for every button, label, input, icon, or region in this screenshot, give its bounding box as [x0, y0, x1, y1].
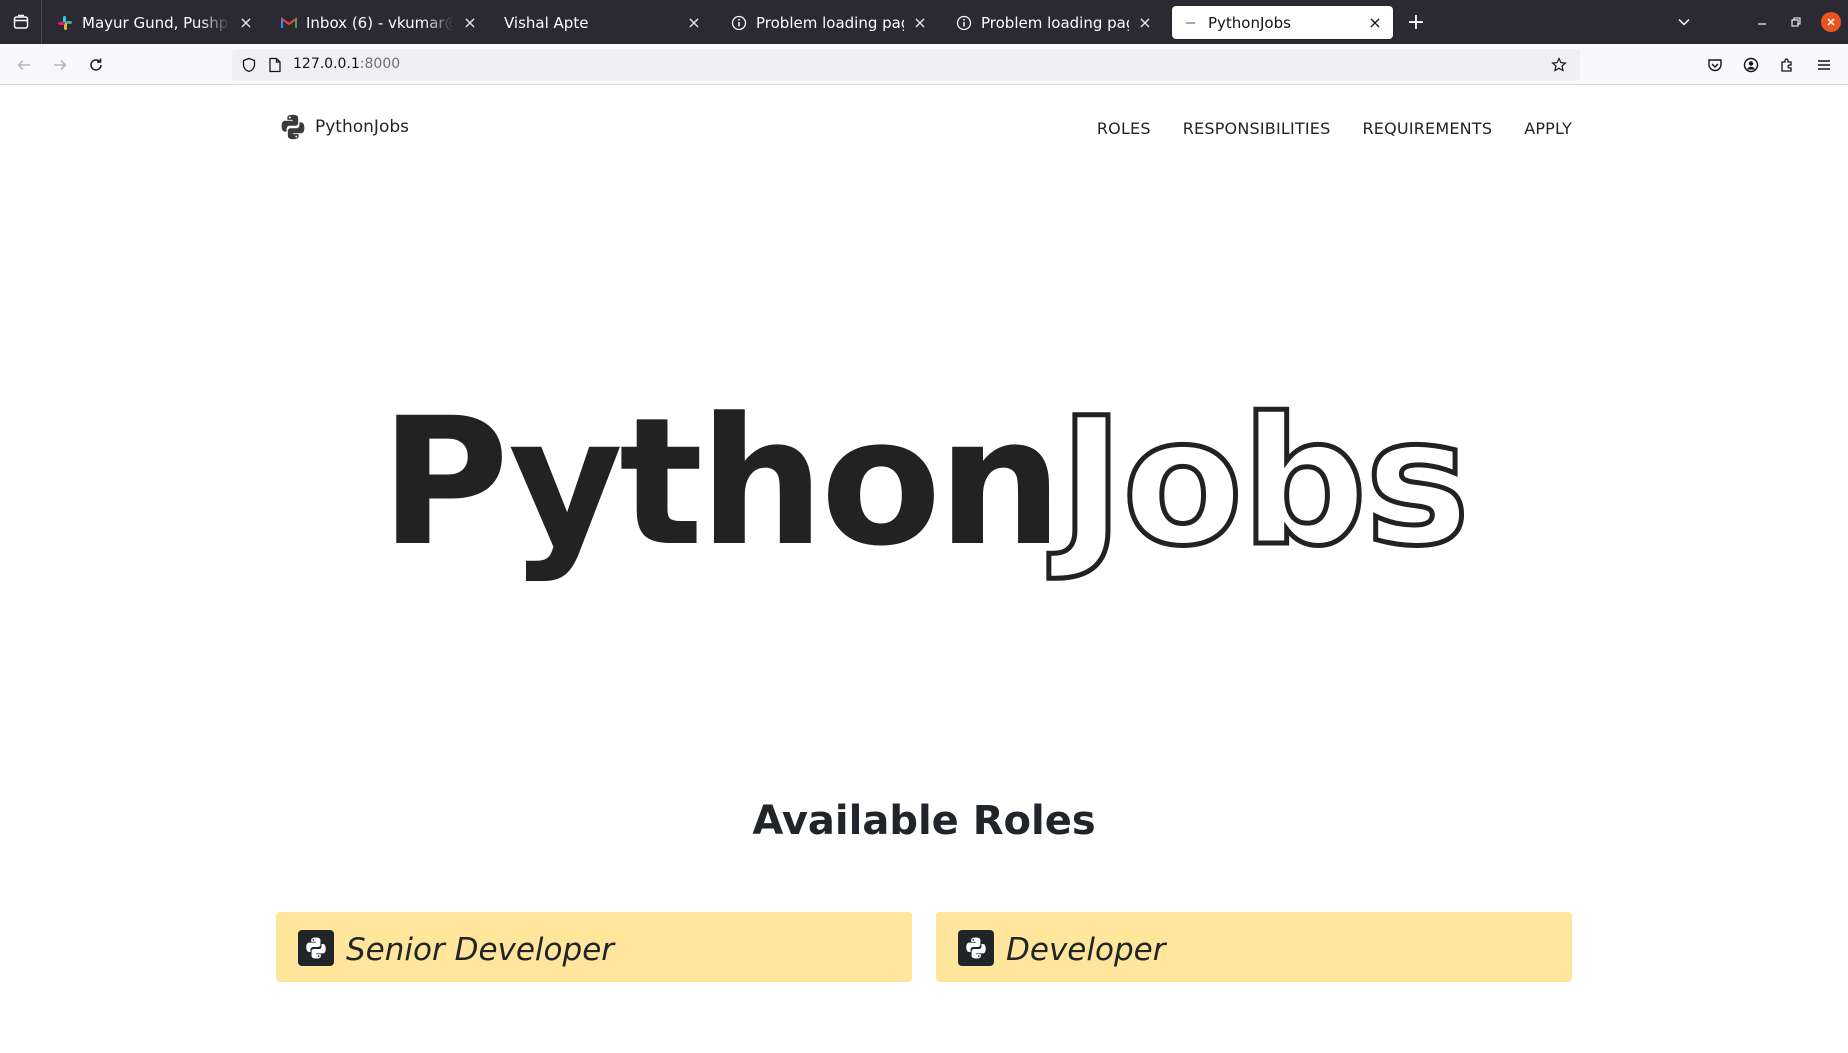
hero-title: PythonJobs [0, 392, 1848, 573]
back-button[interactable] [11, 52, 37, 78]
nav-requirements[interactable]: REQUIREMENTS [1362, 119, 1492, 138]
role-card-senior-developer[interactable]: Senior Developer [276, 912, 912, 982]
python-logo-icon [281, 114, 305, 140]
url-text: 127.0.0.1:8000 [293, 56, 400, 72]
available-roles-heading: Available Roles [752, 798, 1096, 844]
close-tab-icon[interactable]: × [686, 13, 702, 32]
python-logo-icon [958, 930, 994, 966]
hamburger-menu-icon [1818, 60, 1830, 70]
url-port: :8000 [359, 56, 401, 72]
tab-label: Problem loading page [756, 13, 904, 32]
role-card-developer[interactable]: Developer [936, 912, 1572, 982]
forward-button[interactable] [47, 52, 73, 78]
pocket-icon [1708, 59, 1722, 72]
role-title: Senior Developer [346, 932, 615, 968]
minimize-icon [1758, 23, 1766, 25]
close-window-button[interactable] [1821, 12, 1841, 32]
page-content: PythonJobs ROLES RESPONSIBILITIES REQUIR… [0, 85, 1848, 1053]
arrow-right-icon [54, 59, 67, 71]
bookmark-star-icon[interactable] [1549, 55, 1569, 75]
account-button[interactable] [1740, 54, 1762, 76]
brand-link[interactable]: PythonJobs [279, 113, 409, 141]
tab-vishal-apte[interactable]: Vishal Apte × [494, 6, 712, 39]
restore-icon [1791, 17, 1801, 27]
url-bar[interactable]: 127.0.0.1:8000 [232, 49, 1580, 81]
page-icon[interactable] [265, 55, 285, 75]
tab-label: Problem loading page [981, 13, 1129, 32]
chevron-down-icon [1678, 18, 1690, 26]
new-tab-button[interactable]: + [1404, 10, 1428, 35]
close-tab-icon[interactable]: × [1137, 13, 1153, 32]
navigation-toolbar: 127.0.0.1:8000 [0, 44, 1848, 85]
firefox-view-button[interactable] [0, 0, 42, 44]
arrow-left-icon [17, 59, 30, 71]
nav-apply[interactable]: APPLY [1524, 119, 1572, 138]
close-tab-icon[interactable]: × [912, 13, 928, 32]
close-tab-icon[interactable]: × [238, 13, 254, 32]
tab-label: Inbox (6) - vkumar@enine [306, 13, 454, 32]
site-header: PythonJobs ROLES RESPONSIBILITIES REQUIR… [276, 109, 1572, 153]
minimize-button[interactable] [1750, 10, 1774, 34]
main-nav: ROLES RESPONSIBILITIES REQUIREMENTS APPL… [1097, 119, 1572, 138]
tab-problem-loading-1[interactable]: Problem loading page × [720, 6, 938, 39]
shield-icon[interactable] [239, 55, 259, 75]
extensions-button[interactable] [1776, 54, 1798, 76]
hero-title-solid: Python [380, 380, 1063, 585]
tab-label: Mayur Gund, Pushpendra [82, 13, 230, 32]
close-icon [1827, 18, 1835, 26]
nav-roles[interactable]: ROLES [1097, 119, 1151, 138]
close-tab-icon[interactable]: × [462, 13, 478, 32]
tab-problem-loading-2[interactable]: Problem loading page × [945, 6, 1163, 39]
reload-icon [90, 58, 102, 71]
nav-responsibilities[interactable]: RESPONSIBILITIES [1183, 119, 1331, 138]
dash-icon [1182, 14, 1200, 32]
menu-button[interactable] [1813, 54, 1835, 76]
url-host: 127.0.0.1 [293, 56, 360, 72]
pocket-button[interactable] [1704, 54, 1726, 76]
tab-bar: Mayur Gund, Pushpendra × Inbox (6) - vku… [0, 0, 1848, 44]
info-icon [955, 14, 973, 32]
tab-pythonjobs[interactable]: PythonJobs × [1172, 6, 1393, 39]
close-tab-icon[interactable]: × [1367, 13, 1383, 32]
restore-button[interactable] [1784, 10, 1808, 34]
firefox-view-icon [13, 14, 28, 29]
tab-gmail[interactable]: Inbox (6) - vkumar@enine × [270, 6, 488, 39]
account-icon [1743, 57, 1759, 73]
slack-icon [56, 14, 74, 32]
tab-slack[interactable]: Mayur Gund, Pushpendra × [46, 6, 264, 39]
puzzle-icon [1781, 58, 1792, 72]
reload-button[interactable] [83, 52, 109, 78]
hero-title-outline: Jobs [1056, 380, 1472, 585]
tab-label: Vishal Apte [504, 13, 589, 32]
list-all-tabs-button[interactable] [1672, 10, 1696, 34]
role-title: Developer [1006, 932, 1166, 968]
brand-name: PythonJobs [315, 117, 409, 137]
info-icon [730, 14, 748, 32]
tab-label: PythonJobs [1208, 13, 1291, 32]
python-logo-icon [298, 930, 334, 966]
gmail-icon [280, 14, 298, 32]
